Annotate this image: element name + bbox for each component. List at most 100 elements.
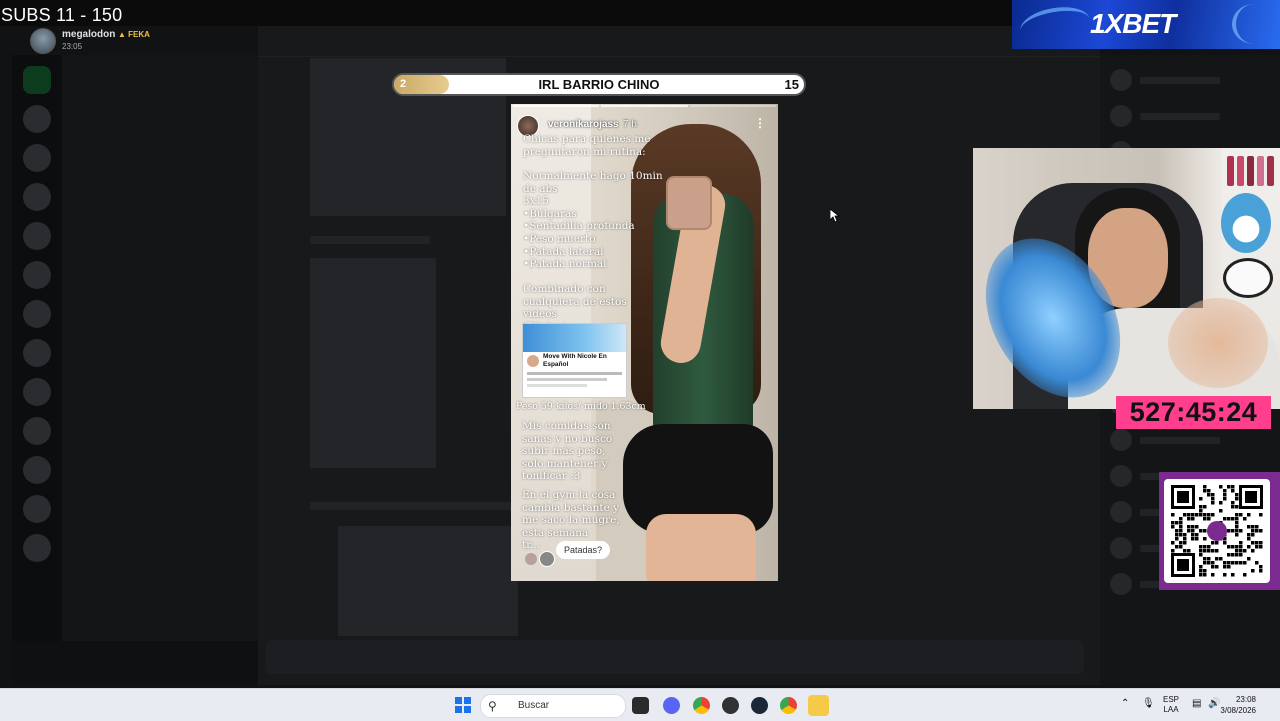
windows-start-icon[interactable] — [455, 697, 471, 713]
profile-name: megalodon — [62, 29, 116, 40]
lang-bottom: LAA — [1163, 705, 1179, 714]
goal-progress-bar: 2 IRL BARRIO CHINO 15 — [392, 73, 806, 96]
server-icon[interactable] — [23, 183, 51, 211]
channel-item[interactable] — [62, 235, 258, 255]
reply-bubble[interactable]: Patadas? — [556, 541, 611, 559]
plush-penguin — [1221, 193, 1271, 253]
subathon-timer: 527:45:24 — [1116, 396, 1271, 429]
more-options-icon[interactable]: ⋮ — [754, 116, 766, 130]
sponsor-logo: 1XBET — [1090, 8, 1176, 39]
server-icon[interactable] — [23, 495, 51, 523]
channel-item[interactable] — [62, 127, 258, 147]
qr-code — [1164, 479, 1270, 583]
server-icon[interactable] — [23, 144, 51, 172]
chrome-icon[interactable] — [780, 697, 797, 714]
channel-item[interactable] — [62, 87, 258, 107]
language-indicator[interactable]: ESP LAA — [1163, 695, 1179, 715]
channel-item[interactable] — [62, 215, 258, 235]
photo-phone — [666, 176, 712, 230]
message-composer[interactable] — [266, 640, 1084, 674]
channel-item[interactable] — [62, 147, 258, 167]
payment-qr-frame — [1159, 472, 1280, 590]
member-item[interactable] — [1110, 429, 1270, 451]
channel-item[interactable] — [62, 195, 258, 215]
channel-item[interactable] — [62, 107, 258, 127]
chat-header — [258, 26, 1100, 57]
search-placeholder: Buscar — [518, 700, 550, 711]
story-progress — [513, 105, 776, 107]
clock-date: 3/08/2026 — [1220, 706, 1256, 715]
clock-time: 23:08 — [1235, 695, 1256, 704]
instagram-story[interactable]: veronikarojass 7 h ⋮ Chicas para quienes… — [511, 104, 778, 581]
channel-item[interactable] — [62, 343, 258, 363]
notification-profile: megalodon ▲ FEKA 23:05 — [30, 28, 200, 54]
microphone-icon[interactable]: 🎙 — [1142, 699, 1155, 709]
server-rail — [12, 55, 62, 685]
chrome-icon[interactable] — [693, 697, 710, 714]
obs-icon[interactable] — [808, 695, 829, 716]
taskbar-search[interactable]: ⚲ Buscar — [480, 694, 626, 718]
goal-max: 15 — [784, 77, 799, 92]
server-icon[interactable] — [23, 105, 51, 133]
card-banner — [523, 324, 626, 352]
member-item[interactable] — [1110, 105, 1270, 127]
swoosh-decoration — [1232, 4, 1276, 44]
channel-category[interactable] — [62, 283, 258, 303]
story-text-routine: Normalmente hago 10min de abs 3x15 •Búlg… — [523, 170, 663, 271]
viewer-avatar — [525, 553, 537, 565]
sponsor-banner: 1XBET — [1012, 0, 1280, 49]
story-text-intro: Chicas para quienes me preguntaron mi ru… — [523, 133, 651, 158]
discord-icon[interactable] — [663, 697, 680, 714]
card-avatar — [527, 355, 539, 367]
server-icon[interactable] — [23, 456, 51, 484]
channel-category[interactable] — [62, 175, 258, 195]
message-line — [310, 502, 530, 510]
server-icon[interactable] — [23, 222, 51, 250]
server-icon[interactable] — [23, 378, 51, 406]
user-panel — [12, 641, 258, 685]
profile-tag-text: FEKA — [128, 30, 150, 39]
member-item[interactable] — [1110, 69, 1270, 91]
channel-item[interactable] — [62, 67, 258, 87]
file-explorer-icon[interactable] — [632, 697, 649, 714]
steam-icon[interactable] — [751, 697, 768, 714]
badge-icon: ▲ — [118, 30, 126, 39]
app-icon[interactable] — [722, 697, 739, 714]
volume-icon[interactable]: 🔊 — [1208, 699, 1220, 709]
network-icon[interactable]: ▤ — [1192, 699, 1201, 709]
chat-image[interactable] — [310, 258, 436, 468]
profile-time: 23:05 — [62, 42, 83, 51]
windows-taskbar: ⚲ Buscar ⌃ 🎙 ESP LAA ▤ 🔊 23:08 3/08/2026 — [0, 688, 1280, 721]
qr-code-icon — [1171, 485, 1263, 577]
story-text-weight: Peso 59 kilos/ mido 1.63cm — [516, 401, 646, 412]
story-text-food: Mis comidas son sanas y no busco subir m… — [522, 420, 613, 483]
lang-top: ESP — [1163, 695, 1180, 704]
swoosh-decoration — [1017, 2, 1093, 48]
system-clock[interactable]: 23:08 3/08/2026 — [1220, 694, 1256, 716]
profile-tag: ▲ FEKA — [118, 30, 150, 39]
channel-item[interactable] — [62, 303, 258, 323]
plush-panda — [1223, 258, 1273, 298]
channel-list — [62, 55, 258, 685]
server-icon[interactable] — [23, 417, 51, 445]
server-icon[interactable] — [23, 534, 51, 562]
mouse-cursor-icon — [829, 208, 841, 228]
search-icon: ⚲ — [488, 699, 497, 713]
channel-item[interactable] — [62, 323, 258, 343]
webcam-feed — [973, 148, 1280, 409]
card-title: Move With Nicole En Español — [543, 353, 607, 368]
avatar — [30, 28, 56, 54]
channel-item[interactable] — [62, 255, 258, 275]
server-icon[interactable] — [23, 300, 51, 328]
server-icon[interactable] — [23, 261, 51, 289]
story-username[interactable]: veronikarojass — [548, 119, 619, 130]
server-icon[interactable] — [23, 66, 51, 94]
message-line — [310, 236, 430, 244]
photo-legs — [646, 514, 756, 581]
goal-title: IRL BARRIO CHINO — [538, 77, 660, 92]
tray-chevron-icon[interactable]: ⌃ — [1121, 699, 1129, 709]
chat-image[interactable] — [338, 526, 518, 636]
server-icon[interactable] — [23, 339, 51, 367]
profile-card[interactable]: Move With Nicole En Español — [522, 323, 627, 398]
story-time: 7 h — [623, 119, 637, 130]
